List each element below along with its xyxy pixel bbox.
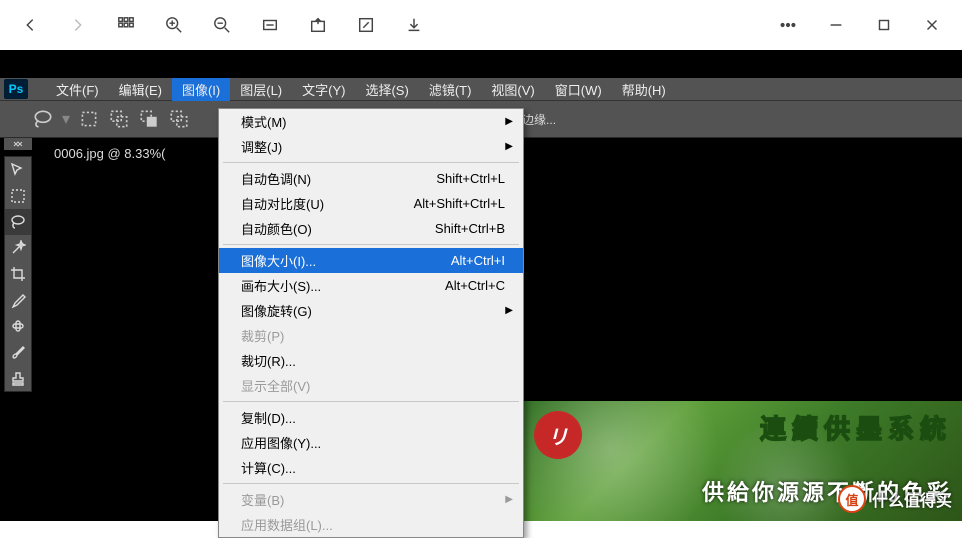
separator [223,401,519,402]
menu-图像(I)[interactable]: 图像(I) [172,78,230,101]
menu-item[interactable]: 自动对比度(U)Alt+Shift+Ctrl+L [219,191,523,216]
menu-图层(L)[interactable]: 图层(L) [230,78,292,101]
menu-视图(V)[interactable]: 视图(V) [481,78,544,101]
zoom-out-icon[interactable] [212,15,232,35]
menu-item[interactable]: 模式(M)▶ [219,109,523,134]
wand-tool-icon[interactable] [5,235,31,261]
document-tab[interactable]: 0006.jpg @ 8.33%( [54,146,166,161]
menu-文件(F)[interactable]: 文件(F) [46,78,109,101]
menu-item: 变量(B)▶ [219,487,523,512]
image-menu-dropdown: 模式(M)▶调整(J)▶ 自动色调(N)Shift+Ctrl+L自动对比度(U)A… [218,108,524,538]
sel-sub-icon[interactable] [138,109,160,129]
menu-item[interactable]: 自动颜色(O)Shift+Ctrl+B [219,216,523,241]
ps-logo: Ps [4,79,28,99]
menu-item[interactable]: 应用图像(Y)... [219,430,523,455]
menu-item[interactable]: 复制(D)... [219,405,523,430]
close-icon[interactable] [922,15,942,35]
stamp-tool-icon[interactable] [5,365,31,391]
menu-item[interactable]: 画布大小(S)...Alt+Ctrl+C [219,273,523,298]
separator [223,244,519,245]
lasso-tool-icon[interactable] [5,209,31,235]
heal-tool-icon[interactable] [5,313,31,339]
menu-滤镜(T)[interactable]: 滤镜(T) [419,78,482,101]
zoom-in-icon[interactable] [164,15,184,35]
back-icon[interactable] [20,15,40,35]
gap [0,50,962,78]
edit-icon[interactable] [356,15,376,35]
sel-new-icon[interactable] [78,109,100,129]
menu-item[interactable]: 裁切(R)... [219,348,523,373]
apps-icon[interactable] [116,15,136,35]
fit-icon[interactable] [260,15,280,35]
menu-item[interactable]: 自动色调(N)Shift+Ctrl+L [219,166,523,191]
watermark-text: 什么值得买 [872,487,952,511]
open-icon[interactable] [308,15,328,35]
crop-tool-icon[interactable] [5,261,31,287]
menu-窗口(W)[interactable]: 窗口(W) [545,78,612,101]
marquee-tool-icon[interactable] [5,183,31,209]
move-tool-icon[interactable] [5,157,31,183]
separator [223,162,519,163]
menu-帮助(H)[interactable]: 帮助(H) [612,78,676,101]
ps-menubar: Ps 文件(F)编辑(E)图像(I)图层(L)文字(Y)选择(S)滤镜(T)视图… [0,78,962,100]
watermark-badge: 值 [838,485,866,513]
menu-文字(Y)[interactable]: 文字(Y) [292,78,355,101]
more-icon[interactable] [778,15,798,35]
download-icon[interactable] [404,15,424,35]
brush-tool-icon[interactable] [5,339,31,365]
minimize-icon[interactable] [826,15,846,35]
ps-tools-panel [4,156,32,392]
lasso-tool-icon[interactable] [32,109,54,129]
browser-toolbar [0,0,962,50]
menu-item: 显示全部(V) [219,373,523,398]
canvas-headline: 連續供墨系統 [760,409,952,446]
menu-item[interactable]: 计算(C)... [219,455,523,480]
menu-item[interactable]: 调整(J)▶ [219,134,523,159]
eyedropper-tool-icon[interactable] [5,287,31,313]
menu-编辑(E)[interactable]: 编辑(E) [109,78,172,101]
sel-int-icon[interactable] [168,109,190,129]
menu-item[interactable]: 图像大小(I)...Alt+Ctrl+I [219,248,523,273]
tools-collapse-icon[interactable] [4,138,32,150]
menu-选择(S)[interactable]: 选择(S) [355,78,418,101]
forward-icon [68,15,88,35]
menu-item[interactable]: 图像旋转(G)▶ [219,298,523,323]
watermark: 值 什么值得买 [838,485,952,513]
menu-item: 应用数据组(L)... [219,512,523,537]
maximize-icon[interactable] [874,15,894,35]
menu-item: 裁剪(P) [219,323,523,348]
emblem-icon: リ [534,411,582,459]
sel-add-icon[interactable] [108,109,130,129]
separator [223,483,519,484]
